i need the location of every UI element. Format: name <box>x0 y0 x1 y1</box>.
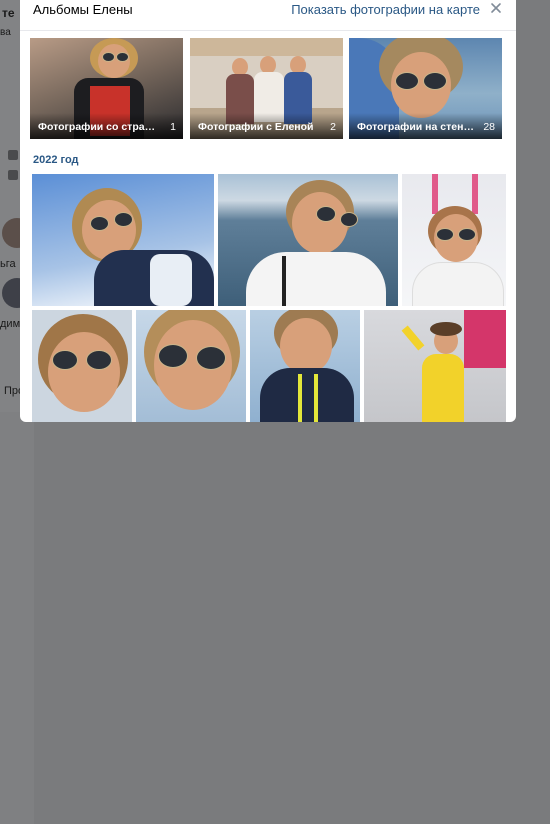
photo-subject <box>102 52 115 62</box>
photo-subject <box>298 374 302 422</box>
photo-subject <box>430 322 462 336</box>
bg-icon <box>8 150 18 160</box>
photo-subject <box>280 318 332 374</box>
album-card[interactable]: Фотографии с Еленой 2 <box>190 38 343 139</box>
photo-subject <box>260 368 354 422</box>
photo-subject <box>423 72 447 90</box>
photo-subject <box>292 192 348 254</box>
photo-subject <box>282 256 286 306</box>
photo-thumbnail[interactable] <box>364 310 506 422</box>
photo-subject <box>432 174 438 214</box>
photo-subject <box>464 310 506 368</box>
bg-text: ва <box>0 27 11 38</box>
photo-subject <box>458 228 476 241</box>
photo-subject <box>316 206 336 222</box>
album-title: Фотографии со страницы... <box>38 121 156 133</box>
photo-thumbnail[interactable] <box>250 310 360 422</box>
modal-title: Альбомы Елены <box>33 2 133 17</box>
close-icon[interactable] <box>489 1 503 15</box>
photo-subject <box>116 52 129 62</box>
album-count: 2 <box>330 121 336 133</box>
photo-subject <box>246 252 386 306</box>
photo-background <box>190 38 343 56</box>
photo-subject <box>150 254 192 306</box>
photo-thumbnail[interactable] <box>32 174 214 306</box>
photo-subject <box>395 72 419 90</box>
photo-subject <box>48 332 120 412</box>
photo-subject <box>90 216 109 231</box>
bg-icon <box>8 170 18 180</box>
photo-thumbnail[interactable] <box>218 174 398 306</box>
album-count: 28 <box>483 121 495 133</box>
photo-subject <box>340 212 358 227</box>
albums-modal: Альбомы Елены Показать фотографии на кар… <box>20 0 516 422</box>
photo-subject <box>86 350 112 370</box>
album-card[interactable]: Фотографии на стене Ел... 28 <box>349 38 502 139</box>
photo-subject <box>436 228 454 241</box>
photo-subject <box>412 262 504 306</box>
photo-subject <box>401 325 425 351</box>
photo-thumbnail[interactable] <box>32 310 132 422</box>
album-caption: Фотографии со страницы... 1 <box>30 113 183 139</box>
photo-subject <box>314 374 318 422</box>
photo-subject <box>472 174 478 214</box>
album-caption: Фотографии на стене Ел... 28 <box>349 113 502 139</box>
photo-subject <box>114 212 133 227</box>
photo-thumbnail[interactable] <box>402 174 506 306</box>
section-year-heading: 2022 год <box>33 154 79 166</box>
album-card[interactable]: Фотографии со страницы... 1 <box>30 38 183 139</box>
show-on-map-link[interactable]: Показать фотографии на карте <box>291 2 480 17</box>
photo-subject <box>52 350 78 370</box>
photo-subject <box>158 344 188 368</box>
background-page-left: те ва <box>0 0 20 412</box>
background-page-right: ьга дим... Про иза <box>0 218 45 824</box>
modal-header: Альбомы Елены Показать фотографии на кар… <box>20 0 516 31</box>
album-caption: Фотографии с Еленой 2 <box>190 113 343 139</box>
bg-text: те <box>2 6 15 20</box>
album-title: Фотографии на стене Ел... <box>357 121 475 133</box>
bg-text: ьга <box>0 258 16 270</box>
photo-thumbnail[interactable] <box>136 310 246 422</box>
photo-subject <box>196 346 226 370</box>
album-title: Фотографии с Еленой <box>198 121 314 133</box>
album-count: 1 <box>170 121 176 133</box>
